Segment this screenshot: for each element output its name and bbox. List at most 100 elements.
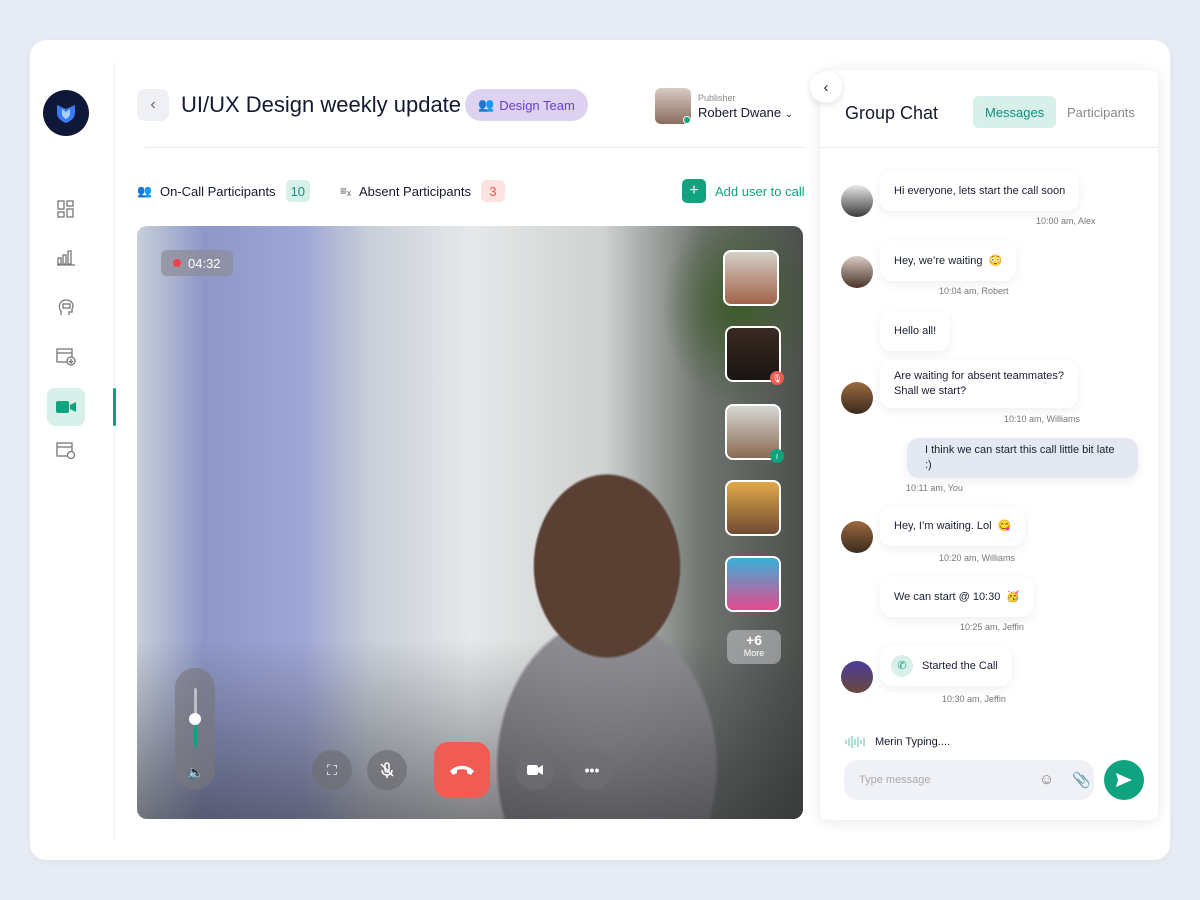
video-stage[interactable]: 04:32 🎙 ≀ +6 More 🔈 ⛶ ••• xyxy=(137,226,803,819)
phone-icon: ✆ xyxy=(891,655,913,677)
on-call-label: On-Call Participants xyxy=(159,183,276,199)
page-title: UI/UX Design weekly update xyxy=(181,92,462,117)
video-icon xyxy=(527,765,543,775)
add-user-button[interactable]: + Add user to call xyxy=(682,179,805,203)
message-meta: 10:30 am, Jeffin xyxy=(942,694,1006,704)
timer-text: 04:32 xyxy=(188,255,221,271)
fullscreen-icon: ⛶ xyxy=(327,761,337,778)
mute-button[interactable] xyxy=(367,750,407,790)
avatar xyxy=(841,661,873,693)
message-bubble: Are waiting for absent teammates? Shall w… xyxy=(880,360,1078,408)
back-button[interactable]: ‹ xyxy=(137,89,169,121)
tab-participants[interactable]: Participants xyxy=(1055,96,1147,128)
download-window-icon xyxy=(56,348,76,366)
message-meta: 10:20 am, Williams xyxy=(939,553,1016,563)
chart-icon xyxy=(57,250,75,266)
more-participants-button[interactable]: +6 More xyxy=(727,630,781,664)
message-meta: 10:25 am, Jeffin xyxy=(960,622,1024,632)
publisher-name: Robert Dwane xyxy=(698,105,782,120)
more-horizontal-icon: ••• xyxy=(584,762,600,778)
add-user-label: Add user to call xyxy=(715,183,805,199)
header-divider xyxy=(145,147,805,148)
plus-icon: + xyxy=(682,179,706,203)
publisher-dropdown[interactable]: Robert Dwane ⌄ xyxy=(698,105,793,120)
sidebar-item-downloads[interactable] xyxy=(47,338,85,376)
sidebar-item-analytics[interactable] xyxy=(47,238,85,276)
group-icon: 👥 xyxy=(478,97,495,112)
attachment-icon[interactable]: 📎 xyxy=(1072,771,1091,789)
chevron-down-icon: ⌄ xyxy=(784,109,794,120)
team-label: Design Team xyxy=(499,97,575,113)
fullscreen-button[interactable]: ⛶ xyxy=(312,750,352,790)
on-call-count: 10 xyxy=(285,180,311,202)
camera-button[interactable] xyxy=(515,750,555,790)
publisher-label: Publisher xyxy=(698,93,736,103)
tab-messages[interactable]: Messages xyxy=(973,96,1057,128)
sidebar-item-video[interactable] xyxy=(47,388,85,426)
chat-title: Group Chat xyxy=(845,103,939,123)
message-text: We can start @ 10:30 xyxy=(894,590,1001,603)
absent-count: 3 xyxy=(480,180,505,202)
group-chat-panel: Group Chat Messages Participants Hi ever… xyxy=(820,70,1158,820)
chat-divider xyxy=(820,147,1158,148)
message-text: Shall we start? xyxy=(894,385,967,397)
message-text: Are waiting for absent teammates? xyxy=(894,370,1064,382)
message-bubble: Hello all! xyxy=(880,311,951,351)
logo[interactable] xyxy=(43,90,89,136)
message-meta: 10:11 am, You xyxy=(906,483,963,493)
absent-label: Absent Participants xyxy=(358,183,471,199)
message-meta: 10:10 am, Williams xyxy=(1004,414,1081,424)
sidebar-divider xyxy=(114,62,115,840)
emoji: 🥳 xyxy=(1006,590,1021,603)
emoji-icon[interactable]: ☺ xyxy=(1039,771,1054,788)
message-bubble: We can start @ 10:30 🥳 xyxy=(880,577,1035,617)
participant-thumbnail[interactable]: 🎙 xyxy=(725,326,784,385)
on-call-participants[interactable]: 👥 On-Call Participants 10 xyxy=(137,180,311,202)
avatar xyxy=(841,256,873,288)
volume-slider[interactable]: 🔈 xyxy=(175,668,215,790)
online-status-dot xyxy=(683,116,691,124)
chevron-left-icon: ‹ xyxy=(150,96,156,113)
more-options-button[interactable]: ••• xyxy=(572,750,612,790)
collapse-chat-button[interactable]: ‹ xyxy=(810,71,842,103)
message-text: Hello all! xyxy=(894,324,937,337)
team-badge[interactable]: 👥 Design Team xyxy=(465,89,588,121)
chat-head-icon xyxy=(58,299,74,315)
message-bubble: ✆ Started the Call xyxy=(880,646,1012,686)
more-label: More xyxy=(743,648,765,658)
typing-text: Merin Typing.... xyxy=(875,736,950,748)
emoji: 😋 xyxy=(997,519,1012,532)
hang-up-icon xyxy=(450,765,474,775)
message-text: Hi everyone, lets start the call soon xyxy=(894,184,1066,197)
message-placeholder: Type message xyxy=(859,774,931,786)
message-meta: 10:04 am, Robert xyxy=(939,286,1009,296)
participant-thumbnail[interactable]: ≀ xyxy=(725,404,784,463)
end-call-button[interactable] xyxy=(434,742,490,798)
speaking-icon: ≀ xyxy=(770,449,784,463)
participant-thumbnail[interactable] xyxy=(725,480,781,536)
participant-thumbnail[interactable] xyxy=(725,556,781,612)
message-bubble: Hi everyone, lets start the call soon xyxy=(880,171,1080,211)
my-message-bubble: I think we can start this call little bi… xyxy=(907,438,1138,478)
avatar xyxy=(841,382,873,414)
sidebar-item-messages[interactable] xyxy=(47,288,85,326)
message-text: Started the Call xyxy=(922,659,998,672)
absent-participants[interactable]: ≡ₓ Absent Participants 3 xyxy=(340,180,505,202)
sidebar-item-settings[interactable] xyxy=(47,432,85,470)
participant-thumbnail[interactable] xyxy=(723,250,779,306)
send-icon xyxy=(1116,773,1132,787)
dashboard-icon xyxy=(57,200,74,218)
avatar xyxy=(841,185,873,217)
video-icon xyxy=(56,401,76,413)
message-text: I think we can start this call little bi… xyxy=(925,444,1115,471)
send-button[interactable] xyxy=(1104,760,1144,800)
message-input[interactable]: Type message ☺ 📎 xyxy=(844,760,1094,800)
volume-handle[interactable] xyxy=(189,713,201,725)
recording-timer: 04:32 xyxy=(161,250,233,276)
record-dot-icon xyxy=(173,259,181,267)
message-text: Hey, I’m waiting. Lol xyxy=(894,519,992,532)
typing-indicator: Merin Typing.... xyxy=(845,735,950,749)
sidebar-item-dashboard[interactable] xyxy=(47,190,85,228)
message-meta: 10:00 am, Alex xyxy=(1036,216,1096,226)
mic-muted-icon: 🎙 xyxy=(770,371,784,385)
